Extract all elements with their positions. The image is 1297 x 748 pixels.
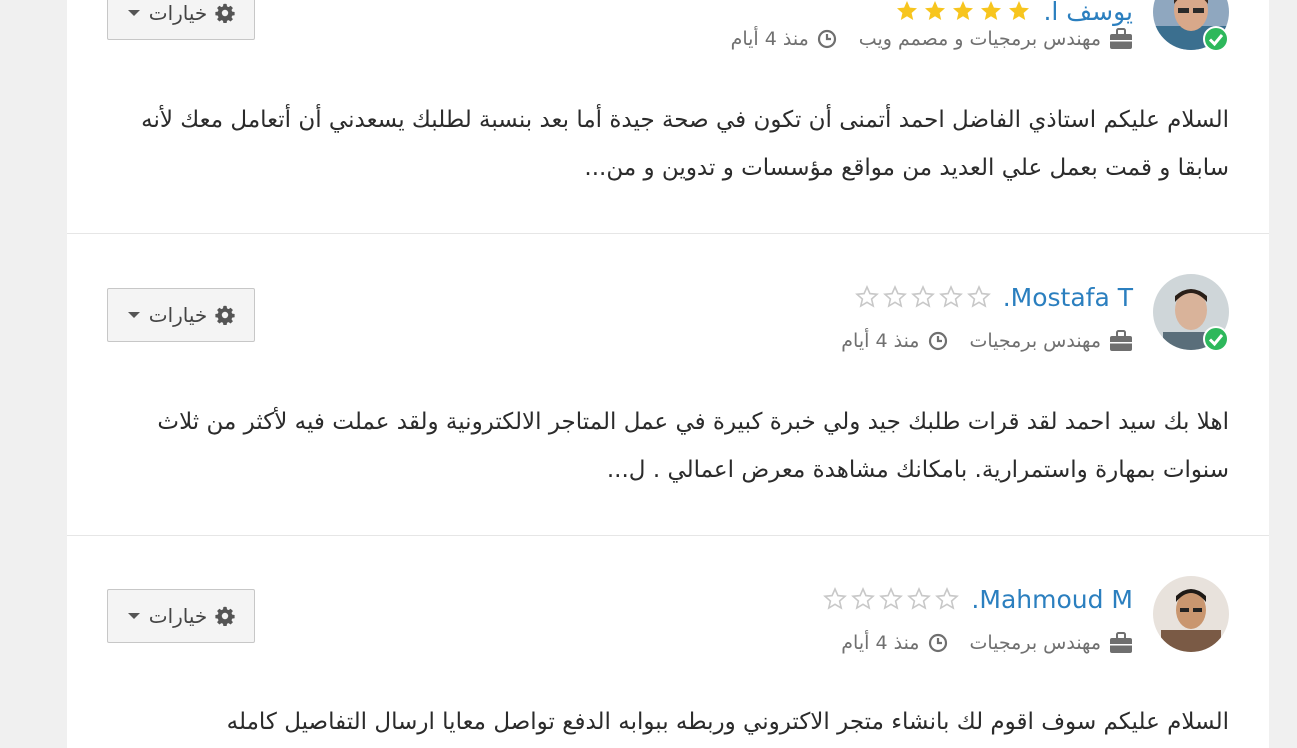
star-empty-icon — [966, 285, 991, 308]
star-empty-icon — [879, 587, 904, 610]
bidder-title-text: مهندس برمجيات و مصمم ويب — [858, 28, 1101, 50]
bid-card: يوسف ا. مهندس برمجيات و مصمم ويب منذ 4 أ… — [67, 0, 1269, 234]
caret-down-icon — [127, 312, 140, 318]
bidder-title: مهندس برمجيات — [970, 330, 1134, 352]
bidder-name[interactable]: Mostafa T. — [1003, 283, 1133, 312]
bidder-title: مهندس برمجيات — [970, 632, 1134, 654]
star-empty-icon — [854, 285, 879, 308]
briefcase-icon — [1110, 28, 1132, 49]
briefcase-icon — [1110, 330, 1132, 351]
caret-down-icon — [127, 10, 140, 16]
bid-text: اهلا بك سيد احمد لقد قرات طلبك جيد ولي خ… — [157, 409, 1229, 483]
rating-stars — [823, 587, 960, 611]
star-filled-icon — [925, 1, 946, 20]
star-empty-icon — [938, 285, 963, 308]
star-empty-icon — [907, 587, 932, 610]
options-button[interactable]: خيارات — [107, 288, 255, 342]
star-filled-icon — [981, 1, 1002, 20]
options-button[interactable]: خيارات — [107, 0, 255, 40]
bid-text: السلام عليكم استاذي الفاضل احمد أتمنى أن… — [141, 107, 1229, 181]
avatar[interactable] — [1153, 0, 1229, 52]
star-filled-icon — [953, 1, 974, 20]
verified-badge-icon — [1203, 26, 1229, 52]
bid-card: Mostafa T. مهندس برمجيات منذ 4 أيام خيار… — [67, 234, 1269, 536]
options-button[interactable]: خيارات — [107, 589, 255, 643]
bid-text: السلام عليكم سوف اقوم لك بانشاء متجر الا… — [226, 709, 1229, 735]
clock-icon — [928, 331, 947, 351]
avatar[interactable] — [1153, 576, 1229, 652]
bidder-title-text: مهندس برمجيات — [969, 632, 1102, 654]
bid-time-text: منذ 4 أيام — [841, 330, 920, 352]
avatar[interactable] — [1153, 274, 1229, 352]
bidder-name[interactable]: Mahmoud M. — [971, 585, 1133, 614]
bidder-header: Mahmoud M. — [823, 584, 1133, 614]
bid-time: منذ 4 أيام — [841, 632, 947, 654]
star-empty-icon — [823, 587, 848, 610]
options-label: خيارات — [148, 303, 208, 327]
star-empty-icon — [935, 587, 960, 610]
clock-icon — [817, 29, 836, 49]
bidder-meta: مهندس برمجيات منذ 4 أيام — [841, 630, 1133, 656]
avatar-photo — [1153, 576, 1229, 652]
bid-time-text: منذ 4 أيام — [841, 632, 920, 654]
bidder-meta: مهندس برمجيات و مصمم ويب منذ 4 أيام — [731, 26, 1133, 52]
gear-icon — [215, 3, 235, 23]
gear-icon — [215, 305, 235, 325]
caret-down-icon — [127, 613, 140, 619]
star-empty-icon — [882, 285, 907, 308]
bid-time: منذ 4 أيام — [841, 330, 947, 352]
clock-icon — [928, 633, 947, 653]
bidder-header: Mostafa T. — [854, 282, 1133, 312]
bid-time: منذ 4 أيام — [731, 28, 837, 50]
bidder-name[interactable]: يوسف ا. — [1043, 0, 1133, 26]
bidder-title-text: مهندس برمجيات — [969, 330, 1102, 352]
star-filled-icon — [1009, 1, 1030, 20]
gear-icon — [215, 606, 235, 626]
verified-badge-icon — [1203, 326, 1229, 352]
rating-stars — [854, 285, 991, 309]
bidder-header: يوسف ا. — [895, 0, 1133, 26]
star-empty-icon — [851, 587, 876, 610]
bidder-meta: مهندس برمجيات منذ 4 أيام — [841, 328, 1133, 354]
options-label: خيارات — [148, 1, 208, 25]
bidder-title: مهندس برمجيات و مصمم ويب — [859, 28, 1133, 50]
bid-time-text: منذ 4 أيام — [730, 28, 809, 50]
briefcase-icon — [1110, 632, 1132, 653]
star-filled-icon — [897, 1, 918, 20]
star-empty-icon — [910, 285, 935, 308]
rating-stars — [895, 0, 1031, 23]
bid-card: Mahmoud M. مهندس برمجيات منذ 4 أيام خيار… — [67, 536, 1269, 748]
options-label: خيارات — [148, 604, 208, 628]
bids-panel: يوسف ا. مهندس برمجيات و مصمم ويب منذ 4 أ… — [67, 0, 1269, 748]
